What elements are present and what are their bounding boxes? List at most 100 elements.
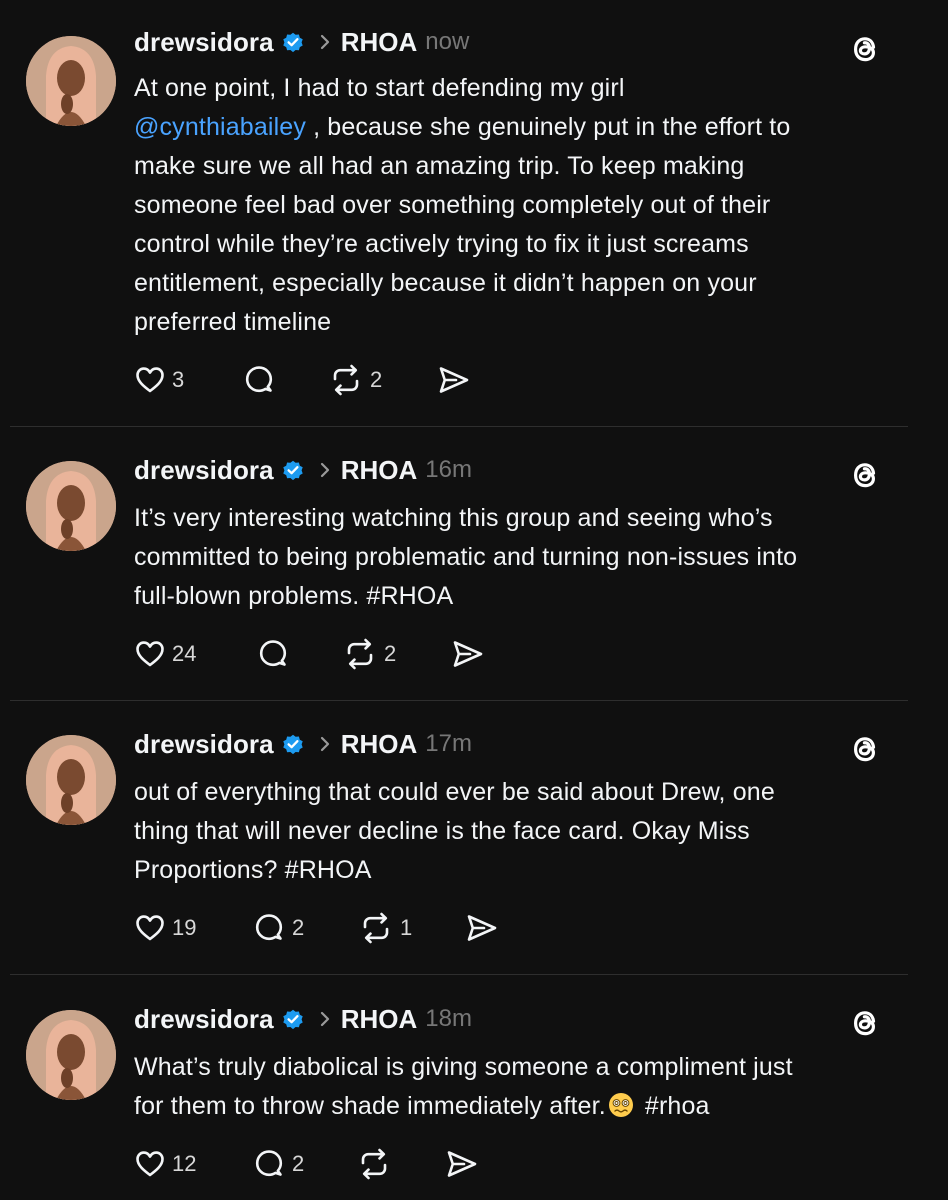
reply-button[interactable]: 2 (252, 1146, 304, 1182)
like-button[interactable]: 24 (134, 636, 196, 672)
reply-icon (245, 366, 273, 393)
post-time: 18m (425, 1005, 472, 1032)
repost-icon (361, 1148, 387, 1180)
threads-logo-icon[interactable] (846, 730, 884, 768)
like-button[interactable]: 19 (134, 910, 196, 946)
reply-icon (259, 640, 287, 667)
repost-button[interactable]: 2 (328, 362, 382, 398)
chevron-right-icon (320, 1011, 329, 1027)
post-line: out of everything that could ever be sai… (134, 778, 775, 806)
post-line: full-blown problems. #RHOA (134, 582, 454, 610)
reply-count: 2 (292, 1151, 305, 1176)
mention-link[interactable]: @cynthiabailey (134, 113, 306, 141)
post-header: drewsidora RHOA 16m (134, 452, 472, 488)
avatar-image (26, 735, 116, 825)
repost-count: 1 (400, 915, 413, 940)
reply-icon (255, 914, 283, 941)
chevron-right-icon (320, 736, 329, 752)
username[interactable]: drewsidora (134, 1004, 274, 1035)
repost-icon (333, 364, 359, 396)
like-button[interactable]: 3 (134, 362, 184, 398)
hashtag[interactable]: #rhoa (645, 1092, 710, 1120)
community-name[interactable]: RHOA (341, 1004, 418, 1035)
post-line: Proportions? #RHOA (134, 856, 372, 884)
chevron-right-icon (320, 462, 329, 478)
avatar[interactable] (26, 735, 116, 825)
username[interactable]: drewsidora (134, 27, 274, 58)
post-line: committed to being problematic and turni… (134, 543, 798, 571)
heart-icon (136, 367, 164, 393)
share-button[interactable] (436, 362, 472, 398)
like-count: 24 (172, 641, 197, 666)
post-divider (10, 426, 908, 427)
avatar[interactable] (26, 1010, 116, 1100)
post-divider (10, 700, 908, 701)
username[interactable]: drewsidora (134, 455, 274, 486)
post-time: now (425, 28, 470, 55)
community-name[interactable]: RHOA (341, 729, 418, 760)
post-line-with-emoji: for them to throw shade immediately afte… (134, 1087, 894, 1126)
verified-badge-icon (283, 32, 303, 53)
post-header: drewsidora RHOA 17m (134, 726, 472, 762)
post-line: What’s truly diabolical is giving someon… (134, 1053, 793, 1081)
like-count: 3 (172, 367, 185, 392)
post-time: 17m (425, 730, 472, 757)
post-body: out of everything that could ever be sai… (134, 773, 894, 890)
repost-count: 2 (384, 641, 397, 666)
reply-button[interactable] (256, 636, 296, 672)
post-body: It’s very interesting watching this grou… (134, 499, 894, 616)
heart-icon (136, 1151, 164, 1177)
share-icon (439, 367, 469, 393)
post-line: preferred timeline (134, 308, 332, 336)
woozy-face-emoji-icon (608, 1093, 633, 1117)
post-header: drewsidora RHOA 18m (134, 1001, 472, 1037)
threads-logo-icon[interactable] (846, 30, 884, 68)
avatar-image (26, 1010, 116, 1100)
repost-icon (347, 638, 373, 670)
like-count: 12 (172, 1151, 197, 1176)
post-line-text: , because she genuinely put in the effor… (306, 113, 791, 141)
threads-feed: drewsidora RHOA now At one point, I had … (0, 0, 948, 1200)
heart-icon (136, 641, 164, 667)
avatar[interactable] (26, 36, 116, 126)
chevron-right-icon (320, 34, 329, 50)
post-line: thing that will never decline is the fac… (134, 817, 750, 845)
post-line: control while they’re actively trying to… (134, 230, 749, 258)
community-name[interactable]: RHOA (341, 455, 418, 486)
post-line: It’s very interesting watching this grou… (134, 504, 773, 532)
reply-icon (255, 1150, 283, 1177)
verified-badge-icon (283, 460, 303, 481)
heart-icon (136, 915, 164, 941)
like-button[interactable]: 12 (134, 1146, 196, 1182)
community-name[interactable]: RHOA (341, 27, 418, 58)
post-time: 16m (425, 456, 472, 483)
post-header: drewsidora RHOA now (134, 24, 469, 60)
reply-button[interactable] (242, 362, 282, 398)
threads-logo-icon[interactable] (846, 1004, 884, 1042)
repost-count: 2 (370, 367, 383, 392)
post-body: At one point, I had to start defending m… (134, 69, 894, 342)
post-line: entitlement, especially because it didn’… (134, 269, 757, 297)
post-line-with-mention: @cynthiabailey , because she genuinely p… (134, 108, 894, 147)
repost-button[interactable] (356, 1146, 398, 1182)
post-line: someone feel bad over something complete… (134, 191, 771, 219)
repost-button[interactable]: 2 (342, 636, 396, 672)
username[interactable]: drewsidora (134, 729, 274, 760)
repost-icon (363, 912, 389, 944)
repost-button[interactable]: 1 (358, 910, 412, 946)
post-line: make sure we all had an amazing trip. To… (134, 152, 745, 180)
verified-badge-icon (283, 734, 303, 755)
avatar[interactable] (26, 461, 116, 551)
share-button[interactable] (464, 910, 500, 946)
reply-count: 2 (292, 915, 305, 940)
share-button[interactable] (444, 1146, 480, 1182)
share-icon (447, 1151, 477, 1177)
share-button[interactable] (450, 636, 486, 672)
reply-button[interactable]: 2 (252, 910, 304, 946)
post-divider (10, 974, 908, 975)
post-line: At one point, I had to start defending m… (134, 74, 625, 102)
post-line-text: for them to throw shade immediately afte… (134, 1092, 606, 1120)
post-body: What’s truly diabolical is giving someon… (134, 1048, 894, 1126)
share-icon (467, 915, 497, 941)
threads-logo-icon[interactable] (846, 456, 884, 494)
